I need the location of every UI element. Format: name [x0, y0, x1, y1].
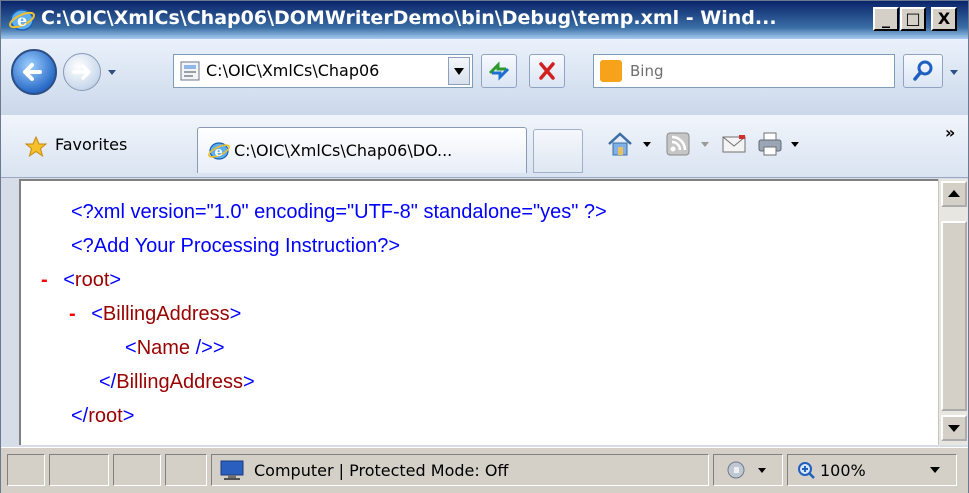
scroll-down-button[interactable]: [941, 415, 967, 441]
billing-open-gt: >: [229, 303, 242, 325]
billing-close-name: BillingAddress: [116, 371, 243, 393]
root-close-lt: </: [71, 405, 89, 427]
browser-window: e C:\OIC\XmlCs\Chap06\DOMWriterDemo\bin\…: [0, 0, 969, 493]
forward-button[interactable]: [63, 53, 101, 91]
collapse-root-toggle[interactable]: -: [41, 269, 48, 291]
billing-close-lt: </: [99, 371, 117, 393]
collapse-billing-toggle[interactable]: -: [69, 303, 76, 325]
forward-arrow-icon: [72, 64, 91, 80]
billing-close-line: </BillingAddress>: [99, 371, 255, 394]
scroll-up-arrow-icon: [948, 190, 960, 197]
scroll-thumb[interactable]: [941, 221, 967, 411]
recent-pages-dropdown-icon[interactable]: [107, 67, 117, 77]
protected-mode-panel[interactable]: [713, 454, 783, 486]
minimize-button[interactable]: _: [873, 7, 899, 31]
search-box[interactable]: Bing: [593, 54, 895, 88]
tab-label: C:\OIC\XmlCs\Chap06\DO...: [234, 141, 453, 160]
favorites-button[interactable]: Favorites: [55, 135, 127, 154]
scroll-down-arrow-icon: [948, 425, 960, 432]
address-text: C:\OIC\XmlCs\Chap06: [206, 61, 380, 80]
name-element-name: Name: [136, 337, 191, 359]
stop-button[interactable]: [529, 54, 565, 88]
close-x-icon: [539, 62, 555, 80]
back-button[interactable]: [11, 49, 57, 95]
status-panel-1: [7, 454, 45, 486]
billing-element-name: BillingAddress: [102, 303, 230, 325]
zoom-level: 100%: [820, 461, 866, 480]
root-open-gt: >: [109, 269, 122, 291]
search-icon: [913, 60, 933, 81]
zoom-magnifier-icon: [798, 462, 815, 479]
root-close-line: </root>: [71, 405, 134, 428]
navigation-bar: C:\OIC\XmlCs\Chap06 Bing: [1, 39, 968, 116]
root-element-name: root: [74, 269, 110, 291]
favorites-star-icon[interactable]: [25, 136, 47, 158]
address-bar[interactable]: C:\OIC\XmlCs\Chap06: [173, 54, 473, 88]
back-arrow-icon: [23, 63, 42, 81]
processing-instruction: <?Add Your Processing Instruction?>: [71, 235, 401, 257]
chevron-down-icon: [454, 68, 464, 75]
close-button[interactable]: X: [931, 7, 957, 31]
root-open-lt: <: [63, 269, 75, 291]
billing-open-line: - <BillingAddress>: [69, 303, 241, 326]
zoom-panel[interactable]: 100%: [787, 454, 957, 486]
billing-close-gt: >: [242, 371, 255, 393]
mail-icon[interactable]: [719, 129, 749, 159]
zone-text: Computer | Protected Mode: Off: [254, 461, 509, 480]
xml-declaration: <?xml version="1.0" encoding="UTF-8" sta…: [71, 201, 607, 223]
feeds-icon[interactable]: [663, 129, 693, 159]
scroll-up-button[interactable]: [941, 181, 967, 207]
compatibility-view-button[interactable]: [481, 54, 517, 88]
search-options-dropdown-icon[interactable]: [949, 67, 959, 77]
home-icon[interactable]: [605, 129, 635, 159]
ie-logo-icon: e: [9, 9, 35, 31]
name-self-close-gt: >: [212, 337, 225, 359]
name-element-line: <Name />>: [125, 337, 225, 360]
favorites-bar: Favorites e C:\OIC\XmlCs\Chap06\DO... »: [1, 115, 968, 178]
zoom-dropdown-icon[interactable]: [928, 464, 942, 476]
address-dropdown-button[interactable]: [448, 57, 470, 85]
name-self-close: />: [190, 337, 213, 359]
billing-open-lt: <: [91, 303, 103, 325]
print-icon[interactable]: [755, 129, 785, 159]
root-close-name: root: [88, 405, 123, 427]
toolbar-overflow-chevron[interactable]: »: [945, 123, 955, 142]
xml-document-view: <?xml version="1.0" encoding="UTF-8" sta…: [19, 179, 938, 445]
maximize-button[interactable]: □: [900, 7, 926, 31]
root-open-line: - <root>: [41, 269, 121, 292]
vertical-scrollbar[interactable]: [938, 179, 968, 445]
name-open-lt: <: [125, 337, 137, 359]
tab-active[interactable]: e C:\OIC\XmlCs\Chap06\DO...: [197, 127, 527, 173]
computer-icon: [220, 460, 244, 480]
root-close-gt: >: [122, 405, 135, 427]
new-tab-button[interactable]: [533, 129, 583, 173]
feeds-dropdown-icon[interactable]: [699, 129, 711, 159]
bing-logo-icon: [600, 60, 622, 82]
home-dropdown-icon[interactable]: [641, 129, 653, 159]
search-button[interactable]: [903, 54, 943, 88]
ie-page-icon: e: [208, 142, 230, 160]
print-dropdown-icon[interactable]: [789, 129, 801, 159]
status-panel-4: [165, 454, 207, 486]
window-title: C:\OIC\XmlCs\Chap06\DOMWriterDemo\bin\De…: [41, 7, 777, 29]
status-panel-3: [113, 454, 161, 486]
status-panel-2: [49, 454, 109, 486]
search-input[interactable]: Bing: [630, 62, 664, 80]
security-lock-icon: [727, 461, 766, 479]
svg-text:e: e: [17, 11, 27, 30]
security-zone-panel[interactable]: Computer | Protected Mode: Off: [211, 454, 709, 486]
title-bar[interactable]: e C:\OIC\XmlCs\Chap06\DOMWriterDemo\bin\…: [1, 1, 968, 39]
refresh-arrows-icon: [488, 61, 510, 81]
svg-text:e: e: [215, 145, 223, 160]
page-icon: [180, 61, 200, 81]
status-bar: Computer | Protected Mode: Off 100%: [1, 447, 968, 493]
